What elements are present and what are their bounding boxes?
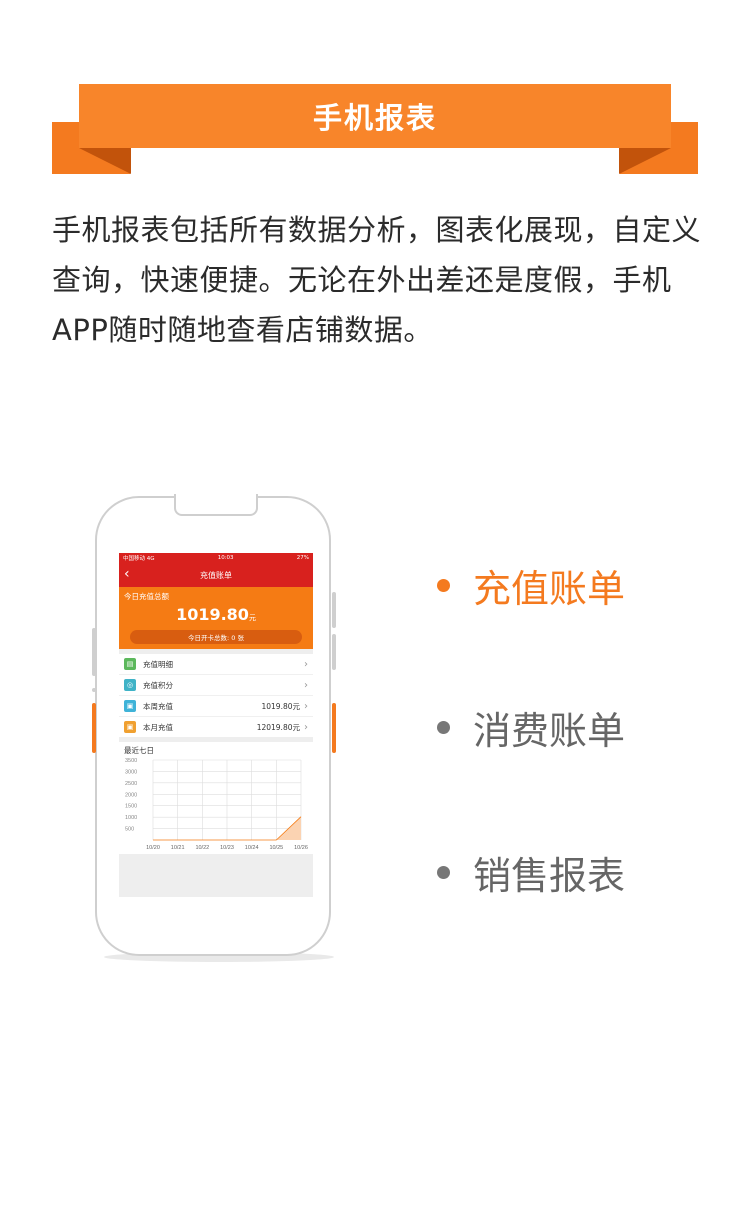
recharge-summary: 今日充值总额 1019.80元 今日开卡总数: 0 张 (119, 587, 313, 649)
list-icon: ▤ (124, 658, 136, 670)
y-tick-label: 3500 (125, 758, 137, 764)
summary-amount-unit: 元 (248, 614, 256, 622)
calendar-week-icon: ▣ (124, 700, 136, 712)
intro-text: 手机报表包括所有数据分析，图表化展现，自定义 查询，快速便捷。无论在外出差还是度… (52, 205, 717, 355)
menu-item-value: 12019.80元 (256, 722, 300, 732)
chart-title: 最近七日 (124, 746, 154, 755)
bullet-dot-icon (437, 721, 450, 734)
summary-amount: 1019.80元 (119, 605, 313, 624)
phone-side-button-2 (332, 634, 336, 670)
phone-side-dot (92, 688, 96, 692)
chevron-right-icon: › (304, 658, 308, 670)
y-tick-label: 3000 (125, 769, 137, 775)
section-title: 手机报表 (79, 84, 671, 148)
x-tick-label: 10/24 (245, 845, 259, 851)
chevron-right-icon: › (304, 700, 308, 712)
y-tick-label: 500 (125, 827, 134, 833)
x-tick-label: 10/22 (195, 845, 209, 851)
carrier-label: 中国移动 4G (123, 556, 155, 562)
x-tick-label: 10/23 (220, 845, 234, 851)
menu-item-recharge-detail[interactable]: ▤ 充值明细 › (119, 654, 313, 675)
chevron-right-icon: › (304, 679, 308, 691)
app-nav-bar: ‹ 充值账单 (119, 563, 313, 587)
feature-label: 充值账单 (473, 567, 626, 611)
phone-accent-left (92, 703, 96, 753)
phone-volume-button (92, 628, 96, 676)
y-tick-label: 2500 (125, 781, 137, 787)
intro-line-3: APP随时随地查看店铺数据。 (52, 313, 433, 347)
calendar-month-icon: ▣ (124, 721, 136, 733)
ribbon-fold-right (619, 148, 671, 174)
cards-opened-pill: 今日开卡总数: 0 张 (130, 630, 302, 644)
summary-label: 今日充值总额 (124, 592, 169, 601)
x-tick-label: 10/21 (171, 845, 185, 851)
menu-item-week-recharge[interactable]: ▣ 本周充值 1019.80元 › (119, 696, 313, 717)
section-ribbon: 手机报表 (52, 84, 698, 176)
intro-line-1: 手机报表包括所有数据分析，图表化展现，自定义 (52, 213, 702, 247)
feature-item-sales-report: 销售报表 (437, 845, 625, 900)
feature-label: 消费账单 (473, 709, 626, 753)
points-icon: ◎ (124, 679, 136, 691)
phone-accent-right (332, 703, 336, 753)
y-tick-label: 2000 (125, 792, 137, 798)
x-tick-label: 10/25 (269, 845, 283, 851)
y-tick-label: 1000 (125, 815, 137, 821)
menu-item-label: 充值明细 (143, 659, 173, 669)
menu-item-label: 充值积分 (143, 680, 173, 690)
bullet-dot-icon (437, 579, 450, 592)
summary-amount-value: 1019.80 (176, 605, 249, 624)
x-tick-label: 10/20 (146, 845, 160, 851)
recharge-area-chart: 500 1000 1500 2000 2500 3000 3500 10/20 10/21 10/… (125, 758, 308, 851)
menu-item-label: 本月充值 (143, 722, 173, 732)
menu-item-recharge-points[interactable]: ◎ 充值积分 › (119, 675, 313, 696)
battery-label: 27% (296, 555, 309, 561)
ribbon-fold-left (79, 148, 131, 174)
menu-list: ▤ 充值明细 › ◎ 充值积分 › ▣ 本周充值 1019.80元 › ▣ 本月… (119, 654, 313, 737)
feature-item-recharge-bill: 充值账单 (437, 558, 625, 613)
phone-side-button-1 (332, 592, 336, 628)
phone-speaker-notch (174, 494, 258, 516)
clock: 10:03 (217, 555, 234, 561)
bullet-dot-icon (437, 866, 450, 879)
y-tick-label: 1500 (125, 804, 137, 810)
chevron-right-icon: › (304, 721, 308, 733)
menu-item-label: 本周充值 (143, 701, 173, 711)
feature-label: 销售报表 (473, 854, 626, 898)
chart-panel: 最近七日 500 1000 1500 2000 2500 3000 3500 10/20 10/… (119, 742, 313, 854)
x-tick-label: 10/26 (294, 845, 308, 851)
phone-screen: 中国移动 4G 10:03 27% ‹ 充值账单 今日充值总额 1019.80元… (119, 553, 313, 897)
screen-title: 充值账单 (200, 570, 232, 580)
back-arrow-icon[interactable]: ‹ (124, 566, 130, 582)
feature-item-consumption-bill: 消费账单 (437, 700, 625, 755)
status-bar: 中国移动 4G 10:03 27% (119, 553, 313, 563)
menu-item-month-recharge[interactable]: ▣ 本月充值 12019.80元 › (119, 717, 313, 737)
intro-line-2: 查询，快速便捷。无论在外出差还是度假，手机 (52, 263, 672, 297)
menu-item-value: 1019.80元 (261, 701, 300, 711)
